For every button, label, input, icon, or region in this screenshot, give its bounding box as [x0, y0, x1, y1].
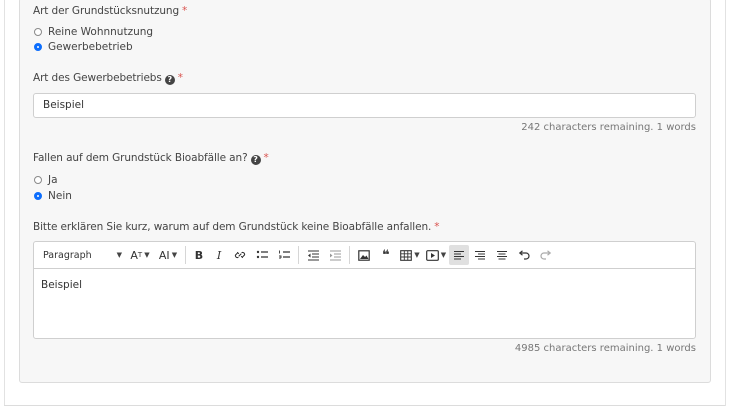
- required-mark: *: [263, 152, 269, 164]
- font-family-dropdown[interactable]: AI ▼: [154, 245, 182, 265]
- align-left-icon: [454, 250, 464, 260]
- undo-icon: [518, 249, 530, 260]
- usage-label: Art der Grundstücksnutzung *: [33, 5, 188, 17]
- explanation-counter: 4985 characters remaining. 1 words: [514, 343, 696, 354]
- outdent-button[interactable]: [302, 245, 324, 265]
- link-button[interactable]: [229, 245, 251, 265]
- bio-waste-label: Fallen auf dem Grundstück Bioabfälle an?…: [33, 152, 269, 165]
- required-mark: *: [434, 221, 440, 233]
- align-right-button[interactable]: [469, 245, 491, 265]
- required-mark: *: [177, 72, 183, 84]
- chevron-down-icon: ▼: [440, 251, 447, 259]
- radio-reine-wohnnutzung[interactable]: Reine Wohnnutzung: [34, 25, 153, 39]
- blockquote-button[interactable]: ❝: [375, 245, 397, 265]
- align-center-button[interactable]: [491, 245, 513, 265]
- radio-ja[interactable]: Ja: [34, 173, 58, 187]
- align-right-icon: [475, 250, 485, 260]
- outer-divider: [4, 405, 725, 406]
- indent-icon: [329, 250, 341, 261]
- bulleted-list-button[interactable]: [251, 245, 273, 265]
- toolbar-separator: [185, 246, 186, 264]
- italic-button[interactable]: I: [209, 245, 229, 265]
- chevron-down-icon: ▼: [116, 251, 122, 259]
- bold-button[interactable]: B: [189, 245, 209, 265]
- media-icon: [425, 249, 439, 261]
- help-icon[interactable]: ?: [164, 75, 175, 85]
- numbered-list-button[interactable]: [273, 245, 295, 265]
- radio-button-checked[interactable]: [34, 43, 42, 51]
- rich-text-editor: Paragraph ▼ A T ▼ AI ▼ B I ❝ ▼ ▼ Beispie…: [33, 241, 696, 339]
- redo-button[interactable]: [535, 245, 557, 265]
- bulleted-list-icon: [256, 250, 268, 259]
- radio-button-checked[interactable]: [34, 192, 42, 200]
- radio-button[interactable]: [34, 176, 42, 184]
- table-icon: [400, 249, 413, 261]
- explanation-label: Bitte erklären Sie kurz, warum auf dem G…: [33, 221, 440, 233]
- link-icon: [234, 251, 246, 259]
- chevron-down-icon: ▼: [414, 251, 420, 259]
- radio-button[interactable]: [34, 28, 42, 36]
- quote-icon: ❝: [382, 247, 390, 263]
- undo-button[interactable]: [513, 245, 535, 265]
- editor-content[interactable]: Beispiel: [34, 269, 695, 301]
- numbered-list-icon: [278, 250, 290, 259]
- business-type-input[interactable]: Beispiel: [33, 93, 696, 118]
- business-type-counter: 242 characters remaining. 1 words: [521, 122, 696, 133]
- toolbar-separator: [298, 246, 299, 264]
- business-type-label: Art des Gewerbebetriebs? *: [33, 72, 183, 85]
- insert-image-button[interactable]: [353, 245, 375, 265]
- help-icon[interactable]: ?: [250, 155, 261, 165]
- chevron-down-icon: ▼: [144, 251, 150, 259]
- font-size-dropdown[interactable]: A T ▼: [126, 245, 154, 265]
- radio-nein[interactable]: Nein: [34, 189, 72, 203]
- toolbar-separator: [349, 246, 350, 264]
- font-size-icon: A: [130, 248, 138, 262]
- insert-media-button[interactable]: ▼: [423, 245, 449, 265]
- editor-toolbar: Paragraph ▼ A T ▼ AI ▼ B I ❝ ▼ ▼: [34, 242, 695, 269]
- required-mark: *: [182, 5, 188, 17]
- image-icon: [358, 249, 370, 261]
- paragraph-dropdown[interactable]: Paragraph ▼: [39, 245, 126, 265]
- radio-gewerbebetrieb[interactable]: Gewerbebetrieb: [34, 40, 133, 54]
- indent-button[interactable]: [324, 245, 346, 265]
- redo-icon: [540, 249, 552, 260]
- align-left-button[interactable]: [449, 245, 469, 265]
- insert-table-button[interactable]: ▼: [397, 245, 423, 265]
- outdent-icon: [307, 250, 319, 261]
- align-center-icon: [497, 250, 507, 260]
- chevron-down-icon: ▼: [171, 251, 178, 259]
- font-family-icon: AI: [158, 248, 170, 262]
